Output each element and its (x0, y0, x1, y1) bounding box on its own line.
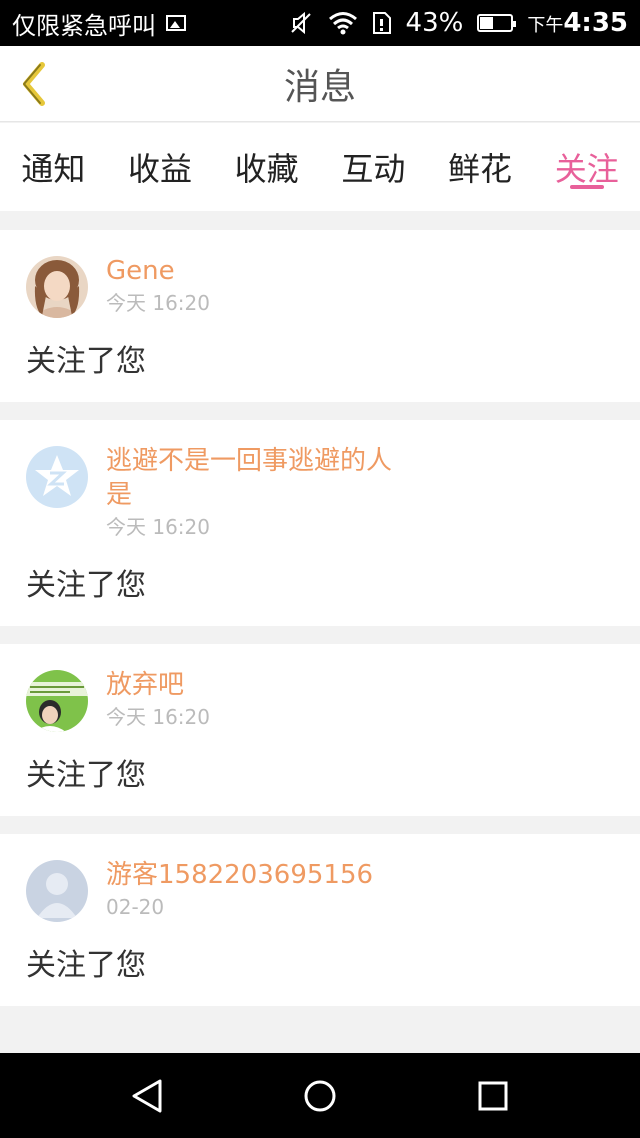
action-text: 关注了您 (26, 948, 146, 983)
circle-home-icon (304, 1080, 336, 1111)
user-name[interactable]: 放弃吧 (106, 668, 406, 702)
list-item[interactable]: Gene 今天 16:20 关注了您 (0, 230, 640, 402)
tab-interactions[interactable]: 互动 (320, 123, 427, 211)
battery-percent: 43% (405, 8, 464, 38)
tab-label: 收益 (128, 150, 193, 188)
tab-label: 通知 (21, 150, 86, 188)
title-bar: 消息 (0, 46, 640, 122)
wifi-icon (328, 12, 357, 35)
list-item[interactable]: 逃避不是一回事逃避的人是 今天 16:20 关注了您 (0, 420, 640, 626)
status-bar: 仅限紧急呼叫 43% 下午4:35 (0, 0, 640, 46)
avatar[interactable] (26, 670, 88, 732)
system-navigation-bar (0, 1053, 640, 1138)
timestamp: 今天 16:20 (106, 515, 210, 539)
tab-flowers[interactable]: 鲜花 (427, 123, 534, 211)
nav-home-button[interactable] (290, 1066, 350, 1126)
battery-icon (477, 14, 517, 32)
follow-feed: Gene 今天 16:20 关注了您 逃避不是一回事逃避的人是 今天 16:20… (0, 230, 640, 1024)
tab-favorites[interactable]: 收藏 (213, 123, 320, 211)
timestamp: 今天 16:20 (106, 291, 210, 315)
active-tab-indicator (569, 185, 604, 189)
user-name[interactable]: Gene (106, 254, 406, 288)
back-button[interactable] (12, 58, 56, 110)
tab-label: 关注 (554, 150, 619, 188)
square-recents-icon (478, 1081, 508, 1110)
timestamp: 02-20 (106, 895, 165, 919)
avatar[interactable] (26, 860, 88, 922)
tab-label: 鲜花 (448, 150, 513, 188)
list-item[interactable]: 放弃吧 今天 16:20 关注了您 (0, 644, 640, 816)
tab-earnings[interactable]: 收益 (107, 123, 214, 211)
page-title: 消息 (283, 66, 356, 108)
time-prefix: 下午 (527, 15, 564, 36)
tab-notifications[interactable]: 通知 (0, 123, 107, 211)
avatar[interactable] (26, 446, 88, 508)
image-notification-icon (166, 15, 186, 31)
action-text: 关注了您 (26, 344, 146, 379)
nav-back-button[interactable] (117, 1066, 177, 1126)
back-arrow-icon (23, 62, 45, 106)
user-name[interactable]: 游客1582203695156 (106, 858, 406, 892)
user-name[interactable]: 逃避不是一回事逃避的人是 (106, 444, 406, 512)
carrier-text: 仅限紧急呼叫 (12, 11, 156, 40)
mute-icon (290, 11, 311, 35)
tab-label: 收藏 (234, 150, 299, 188)
sim-card-icon (372, 12, 391, 34)
tab-following[interactable]: 关注 (533, 123, 640, 211)
action-text: 关注了您 (26, 758, 146, 793)
timestamp: 今天 16:20 (106, 705, 210, 729)
triangle-back-icon (132, 1079, 162, 1112)
avatar[interactable] (26, 256, 88, 318)
tab-bar: 通知 收益 收藏 互动 鲜花 关注 (0, 123, 640, 211)
list-item[interactable]: 游客1582203695156 02-20 关注了您 (0, 834, 640, 1006)
clock: 4:35 (563, 8, 628, 38)
default-avatar-icon (26, 860, 88, 922)
nav-recents-button[interactable] (463, 1066, 523, 1126)
tab-label: 互动 (341, 150, 406, 188)
action-text: 关注了您 (26, 568, 146, 603)
